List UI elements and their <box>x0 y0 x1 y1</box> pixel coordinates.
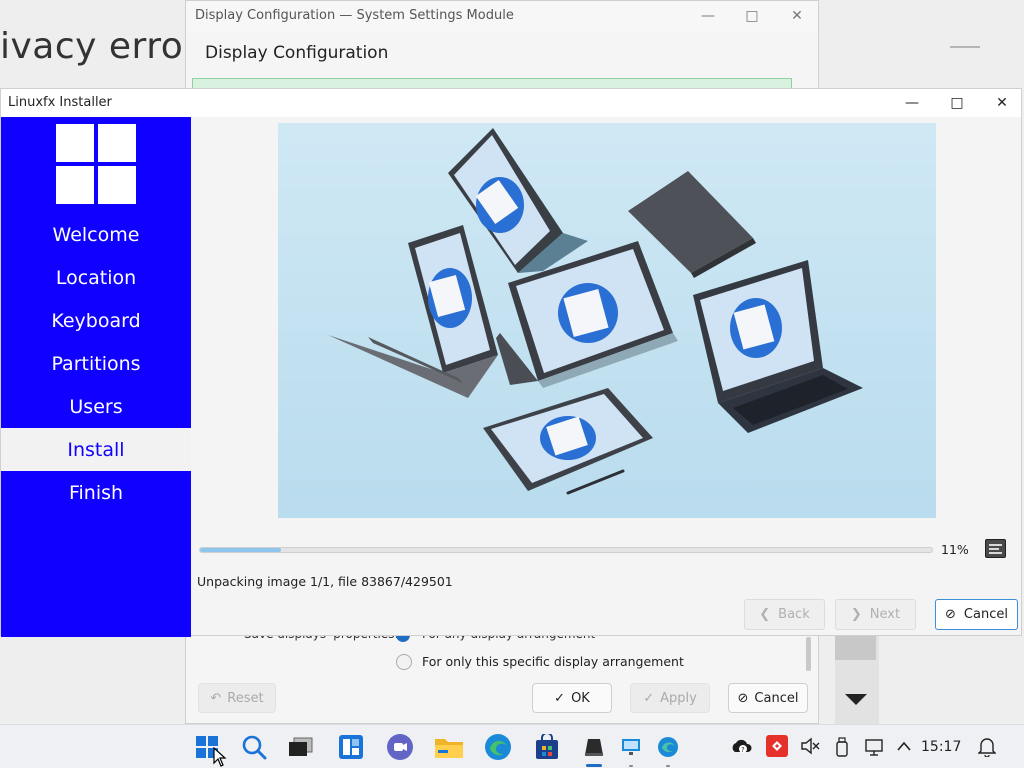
show-log-icon[interactable] <box>985 539 1006 558</box>
reset-button[interactable]: ↶ Reset <box>198 683 276 713</box>
scrollbar-thumb[interactable] <box>806 637 811 671</box>
ok-label: OK <box>571 690 590 706</box>
minimize-icon[interactable]: — <box>698 6 718 26</box>
step-location: Location <box>55 266 137 289</box>
installer-title: Linuxfx Installer <box>8 95 112 110</box>
laptops-illustration <box>328 128 863 495</box>
taskbar: ? 15:17 <box>0 724 1024 768</box>
svg-text:?: ? <box>741 746 745 754</box>
step-keyboard: Keyboard <box>51 309 141 332</box>
edge-icon[interactable] <box>483 733 513 761</box>
cancel-label: Cancel <box>754 690 799 706</box>
step-partitions: Partitions <box>51 352 141 375</box>
installer-cancel-label: Cancel <box>963 607 1008 622</box>
cancel-circle-icon: ⊘ <box>945 607 956 622</box>
notification-bell-icon[interactable] <box>977 737 997 761</box>
teams-chat-icon[interactable] <box>385 733 415 761</box>
minimize-dash <box>950 46 980 48</box>
next-label: Next <box>869 607 901 622</box>
reset-icon: ↶ <box>210 690 222 706</box>
windows-logo-icon <box>56 124 136 204</box>
check-icon: ✓ <box>643 690 655 706</box>
installer-sidebar: Welcome Location Keyboard Partitions Use… <box>1 117 191 637</box>
active-app-indicator <box>586 764 602 767</box>
display-config-notice <box>192 78 792 88</box>
install-status: Unpacking image 1/1, file 83867/429501 <box>197 574 453 589</box>
installer-cancel-button[interactable]: ⊘ Cancel <box>935 599 1018 630</box>
step-welcome: Welcome <box>52 223 140 246</box>
chevron-right-icon: ❯ <box>850 607 862 622</box>
display-config-title: Display Configuration — System Settings … <box>195 8 514 23</box>
radio-specific-label: For only this specific display arrangeme… <box>422 654 684 669</box>
installer-titlebar: Linuxfx Installer — □ ✕ <box>1 89 1021 117</box>
installer-icon[interactable] <box>579 733 609 761</box>
search-icon[interactable] <box>239 733 269 761</box>
installer-window: Linuxfx Installer — □ ✕ Welcome Location… <box>0 88 1022 637</box>
network-icon[interactable] <box>864 737 884 761</box>
ok-button[interactable]: ✓ OK <box>532 683 612 713</box>
mouse-cursor-icon <box>213 747 227 767</box>
widgets-icon[interactable] <box>336 733 366 761</box>
step-users: Users <box>69 395 123 418</box>
maximize-icon[interactable]: □ <box>946 93 968 113</box>
apply-label: Apply <box>660 690 697 706</box>
chevron-left-icon: ❮ <box>759 607 771 622</box>
reset-label: Reset <box>227 690 264 706</box>
display-settings-icon[interactable] <box>616 733 646 761</box>
minimize-icon[interactable]: — <box>901 93 923 113</box>
edge-dev-icon[interactable] <box>653 733 683 761</box>
browser-error-heading: ivacy error <box>0 26 199 67</box>
side-panel <box>835 636 879 724</box>
install-progress-bar <box>199 547 933 553</box>
maximize-icon[interactable]: □ <box>742 6 762 26</box>
running-indicator <box>629 765 633 767</box>
task-view-icon[interactable] <box>286 733 316 761</box>
radio-specific-arrangement[interactable] <box>396 654 412 670</box>
display-config-titlebar: Display Configuration — System Settings … <box>186 1 818 31</box>
back-button[interactable]: ❮ Back <box>744 599 825 630</box>
chevron-up-icon[interactable] <box>896 738 912 756</box>
anydesk-icon[interactable] <box>766 735 788 761</box>
running-indicator <box>666 765 670 767</box>
apply-button[interactable]: ✓ Apply <box>630 683 710 713</box>
check-icon: ✓ <box>554 690 566 706</box>
close-icon[interactable]: ✕ <box>787 6 807 26</box>
cancel-circle-icon: ⊘ <box>737 690 749 706</box>
progress-percent: 11% <box>941 542 969 557</box>
scroll-down-arrow-icon[interactable] <box>845 694 867 705</box>
display-config-header: Display Configuration <box>205 43 389 63</box>
step-finish: Finish <box>68 481 124 504</box>
usb-icon[interactable] <box>835 737 849 761</box>
back-label: Back <box>778 607 810 622</box>
slideshow-image <box>278 123 936 518</box>
volume-muted-icon[interactable] <box>800 737 820 759</box>
next-button[interactable]: ❯ Next <box>835 599 916 630</box>
taskbar-clock[interactable]: 15:17 <box>921 739 961 755</box>
step-install: Install <box>1 428 191 471</box>
close-icon[interactable]: ✕ <box>991 93 1013 113</box>
store-icon[interactable] <box>532 733 562 761</box>
file-explorer-icon[interactable] <box>434 733 464 761</box>
side-panel-block <box>835 636 876 660</box>
onedrive-icon[interactable]: ? <box>731 736 753 760</box>
install-progress-fill <box>200 548 281 552</box>
display-cancel-button[interactable]: ⊘ Cancel <box>728 683 808 713</box>
